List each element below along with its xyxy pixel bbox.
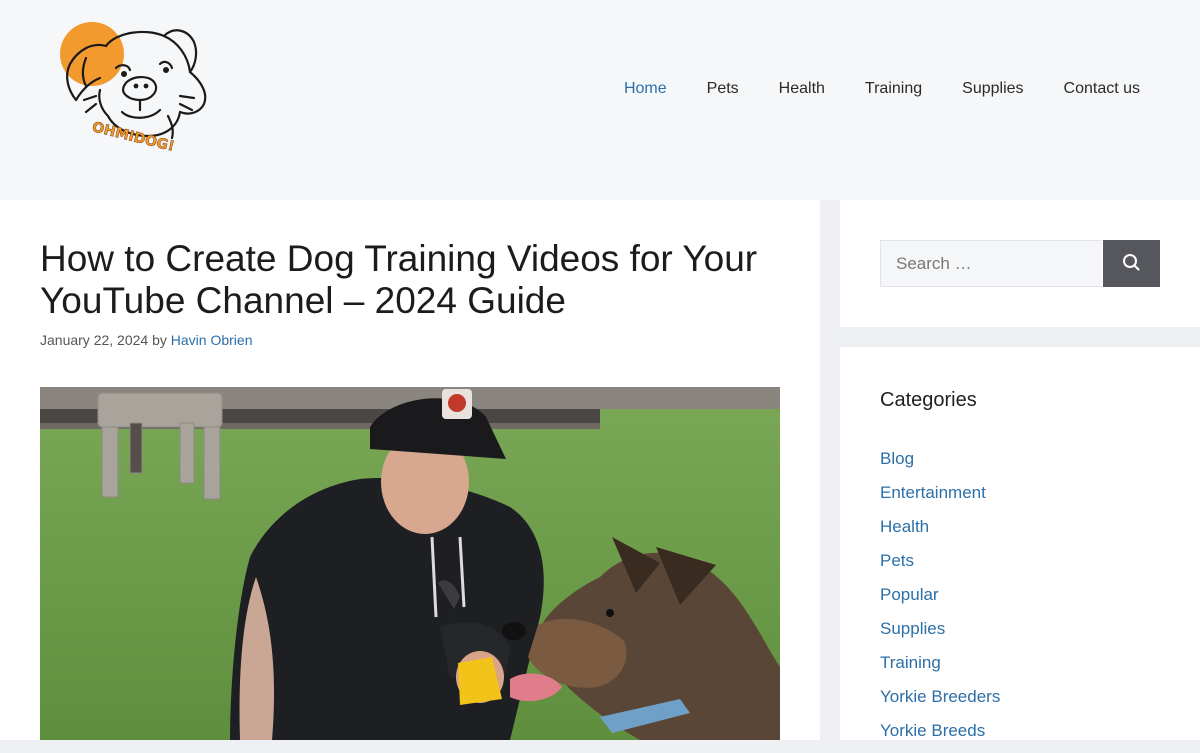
site-header: OHMIDOG! Home Pets Health Training Suppl…	[0, 0, 1200, 200]
nav-training[interactable]: Training	[845, 78, 942, 100]
list-item: Popular	[880, 583, 1000, 617]
category-link-health[interactable]: Health	[880, 517, 929, 536]
article-content: How to Create Dog Training Videos for Yo…	[0, 200, 820, 740]
category-link-training[interactable]: Training	[880, 653, 941, 672]
list-item: Blog	[880, 447, 1000, 481]
category-link-supplies[interactable]: Supplies	[880, 619, 945, 638]
categories-widget: Categories Blog Entertainment Health Pet…	[840, 347, 1200, 740]
post-date: January 22, 2024	[40, 332, 149, 348]
site-logo[interactable]: OHMIDOG!	[56, 20, 216, 160]
category-link-yorkie-breeds[interactable]: Yorkie Breeds	[880, 721, 985, 740]
dog-logo-icon: OHMIDOG!	[60, 22, 207, 155]
nav-health[interactable]: Health	[759, 78, 845, 100]
by-label: by	[152, 332, 167, 348]
article-meta: January 22, 2024 by Havin Obrien	[40, 332, 252, 348]
list-item: Yorkie Breeds	[880, 719, 1000, 753]
categories-title: Categories	[880, 389, 977, 411]
category-link-pets[interactable]: Pets	[880, 551, 914, 570]
nav-home[interactable]: Home	[604, 78, 687, 100]
search-icon	[1123, 254, 1140, 271]
primary-navigation: Home Pets Health Training Supplies Conta…	[604, 78, 1140, 100]
nav-supplies[interactable]: Supplies	[942, 78, 1043, 100]
man-with-dog-photo	[40, 387, 780, 740]
category-link-yorkie-breeders[interactable]: Yorkie Breeders	[880, 687, 1000, 706]
logo-wordmark: OHMIDOG!	[90, 119, 176, 155]
categories-list: Blog Entertainment Health Pets Popular S…	[880, 447, 1000, 753]
search-button[interactable]	[1103, 240, 1160, 287]
featured-image	[40, 387, 780, 740]
list-item: Entertainment	[880, 481, 1000, 515]
nav-pets[interactable]: Pets	[687, 78, 759, 100]
list-item: Yorkie Breeders	[880, 685, 1000, 719]
list-item: Pets	[880, 549, 1000, 583]
author-link[interactable]: Havin Obrien	[171, 332, 253, 348]
article-title: How to Create Dog Training Videos for Yo…	[40, 238, 758, 321]
category-link-popular[interactable]: Popular	[880, 585, 939, 604]
search-widget	[840, 200, 1200, 327]
category-link-entertainment[interactable]: Entertainment	[880, 483, 986, 502]
list-item: Supplies	[880, 617, 1000, 651]
category-link-blog[interactable]: Blog	[880, 449, 914, 468]
search-input[interactable]	[880, 240, 1102, 287]
list-item: Health	[880, 515, 1000, 549]
nav-contact-us[interactable]: Contact us	[1044, 78, 1140, 100]
list-item: Training	[880, 651, 1000, 685]
